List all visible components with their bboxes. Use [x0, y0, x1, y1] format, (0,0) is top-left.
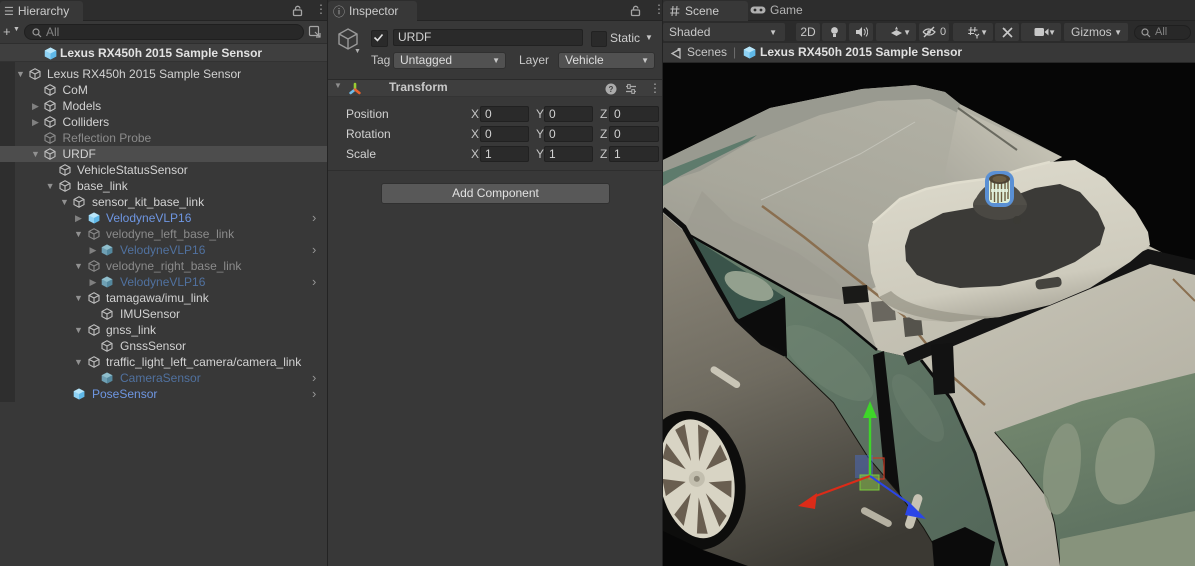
svg-text:?: ?	[609, 85, 614, 94]
